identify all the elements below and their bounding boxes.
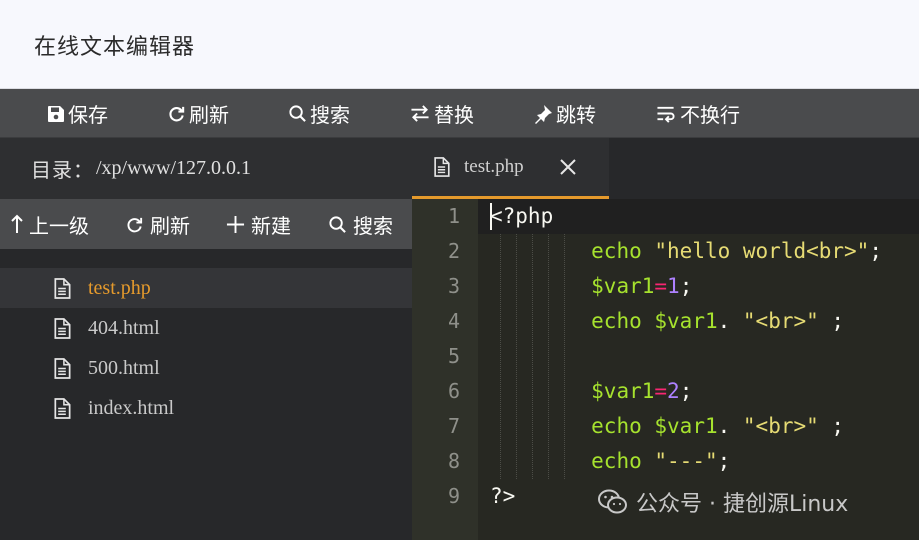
file-name: test.php [88, 276, 151, 299]
directory-bar: 目录： /xp/www/127.0.0.1 [0, 138, 412, 199]
title-bar: 在线文本编辑器 [0, 0, 919, 89]
save-button[interactable]: 保存 [47, 89, 108, 138]
search-button[interactable]: 搜索 [288, 89, 350, 138]
file-list: test.php 404.html 500.html index.html [0, 268, 412, 428]
tab-test-php[interactable]: test.php [412, 138, 609, 199]
wrap-icon [657, 106, 675, 123]
replace-button[interactable]: 替换 [409, 89, 474, 138]
close-icon[interactable] [559, 158, 577, 176]
search-icon [289, 105, 306, 122]
line-number: 9 [447, 484, 460, 508]
tab-label: test.php [464, 156, 524, 177]
line-number: 8 [447, 449, 460, 473]
refresh-icon [169, 106, 185, 122]
refresh-label: 刷新 [189, 103, 229, 127]
sidebar-search-button[interactable]: 搜索 [328, 199, 393, 249]
directory-path: /xp/www/127.0.0.1 [96, 157, 251, 179]
refresh-button[interactable]: 刷新 [167, 89, 229, 138]
new-file-button[interactable]: 新建 [226, 199, 291, 249]
wechat-icon [598, 489, 627, 514]
line-number: 6 [447, 379, 460, 403]
parent-dir-label: 上一级 [29, 213, 89, 238]
replace-label: 替换 [434, 103, 474, 127]
nowrap-label: 不换行 [680, 103, 740, 127]
file-item-404-html[interactable]: 404.html [0, 308, 412, 348]
nowrap-button[interactable]: 不换行 [655, 89, 740, 138]
search-label: 搜索 [310, 103, 350, 127]
line-number: 4 [447, 309, 460, 333]
sidebar-search-label: 搜索 [353, 213, 393, 238]
file-item-test-php[interactable]: test.php [0, 268, 412, 308]
goto-button[interactable]: 跳转 [533, 89, 596, 138]
code-line: echo $var1. "<br>" ; [591, 309, 845, 333]
file-icon [53, 317, 71, 339]
watermark-text: 公众号 · 捷创源Linux [636, 492, 849, 517]
file-icon [53, 397, 71, 419]
code-line: $var1=2; [591, 379, 693, 403]
app-title: 在线文本编辑器 [34, 35, 196, 60]
code-line: echo "hello world<br>"; [591, 239, 882, 263]
plus-icon [226, 215, 245, 233]
text-cursor [490, 203, 492, 230]
code-line: <?php [490, 204, 554, 228]
line-number: 1 [447, 204, 460, 228]
sidebar-refresh-label: 刷新 [150, 213, 190, 238]
sidebar-toolbar: 上一级 刷新 新建 搜索 [0, 199, 412, 249]
file-item-index-html[interactable]: index.html [0, 388, 412, 428]
line-number: 3 [447, 274, 460, 298]
search-icon [329, 215, 346, 233]
file-icon [434, 157, 450, 177]
pin-icon [535, 104, 552, 124]
file-name: index.html [88, 396, 175, 419]
code-line: $var1=1; [591, 274, 693, 298]
directory-label: 目录： [31, 158, 94, 182]
line-number: 7 [447, 414, 460, 438]
file-name: 404.html [88, 316, 160, 339]
goto-label: 跳转 [556, 103, 596, 127]
main-toolbar: 保存 刷新 搜索 替换 跳转 不换行 [0, 89, 919, 138]
file-item-500-html[interactable]: 500.html [0, 348, 412, 388]
replace-icon [411, 105, 429, 122]
parent-dir-button[interactable]: 上一级 [11, 199, 89, 249]
file-name: 500.html [88, 356, 160, 379]
watermark: 公众号 · 捷创源Linux [598, 484, 848, 520]
save-icon [48, 105, 64, 122]
line-number: 2 [447, 239, 460, 263]
file-icon [53, 277, 71, 299]
refresh-icon [127, 217, 143, 232]
arrow-up-icon [11, 214, 23, 233]
line-number-gutter: 1 2 3 4 5 6 7 8 9 [412, 199, 478, 540]
sidebar-refresh-button[interactable]: 刷新 [125, 199, 190, 249]
tab-strip: test.php [412, 138, 919, 199]
file-icon [53, 357, 71, 379]
save-label: 保存 [68, 103, 108, 127]
line-number: 5 [447, 344, 460, 368]
code-line: ?> [490, 484, 516, 508]
editor-area: test.php 1 2 3 4 5 6 7 8 9 <?php echo "h… [412, 138, 919, 540]
file-sidebar: 目录： /xp/www/127.0.0.1 上一级 刷新 新建 搜索 test.… [0, 138, 412, 540]
new-file-label: 新建 [251, 213, 291, 238]
code-line: echo $var1. "<br>" ; [591, 414, 845, 438]
code-line: echo "---"; [591, 449, 731, 473]
